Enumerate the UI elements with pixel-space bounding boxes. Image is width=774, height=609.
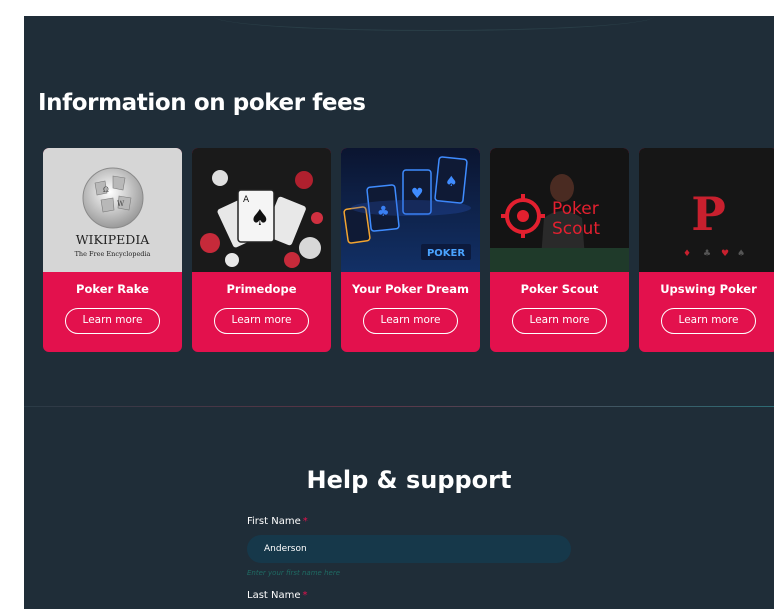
upswing-p-letter: P <box>691 187 726 241</box>
card-upswing-poker: P ♦ ♣ ♥ ♠ Upswing Poker Learn more <box>639 148 774 352</box>
svg-text:♠: ♠ <box>445 174 458 190</box>
first-name-label: First Name * <box>247 516 308 527</box>
cards-and-chips-icon: A ♠ <box>200 170 323 268</box>
fees-section-title: Information on poker fees <box>38 90 366 116</box>
section-divider <box>24 406 774 407</box>
poker-scout-word-1: Poker <box>552 199 599 219</box>
svg-text:♣: ♣ <box>703 249 711 259</box>
first-name-hint: Enter your first name here <box>247 569 340 577</box>
svg-text:A: A <box>243 195 250 205</box>
wikipedia-logo-image: Ω W WIKIPEDIA The Free Encyclopedia <box>43 148 182 272</box>
card-primedope: A ♠ Primedope Learn more <box>192 148 331 352</box>
required-mark: * <box>302 590 308 601</box>
decorative-arc <box>214 16 654 31</box>
last-name-label-text: Last Name <box>247 590 301 601</box>
poker-scout-image: Poker Scout <box>490 148 629 272</box>
first-name-field[interactable] <box>247 535 571 563</box>
card-label: Poker Scout <box>520 282 599 296</box>
svg-text:♠: ♠ <box>250 206 270 231</box>
playing-cards-image: A ♠ <box>192 148 331 272</box>
first-name-label-text: First Name <box>247 516 301 527</box>
fees-card-row: Ω W WIKIPEDIA The Free Encyclopedia Poke… <box>43 148 774 352</box>
svg-text:Ω: Ω <box>103 186 109 194</box>
wikipedia-globe-icon: Ω W WIKIPEDIA The Free Encyclopedia <box>75 167 151 258</box>
required-mark: * <box>302 516 308 527</box>
svg-text:♥: ♥ <box>411 186 424 202</box>
poker-logo-text: POKER <box>427 248 465 259</box>
upswing-logo-image: P ♦ ♣ ♥ ♠ <box>639 148 774 272</box>
svg-text:♦: ♦ <box>683 249 691 259</box>
card-poker-rake: Ω W WIKIPEDIA The Free Encyclopedia Poke… <box>43 148 182 352</box>
learn-more-button[interactable]: Learn more <box>512 308 607 334</box>
page-panel: Information on poker fees Ω W WIKIPEDIA <box>24 16 774 609</box>
last-name-label: Last Name * <box>247 590 308 601</box>
upswing-p-icon: P ♦ ♣ ♥ ♠ <box>683 187 745 259</box>
card-label: Upswing Poker <box>660 282 757 296</box>
card-label: Your Poker Dream <box>352 282 469 296</box>
card-label: Poker Rake <box>76 282 149 296</box>
neon-cards-icon: ♣ ♥ ♠ POKER <box>343 156 471 260</box>
wikipedia-wordmark: WIKIPEDIA <box>76 232 151 247</box>
poker-scout-logo-icon: Poker Scout <box>490 174 629 272</box>
learn-more-button[interactable]: Learn more <box>65 308 160 334</box>
wikipedia-tagline: The Free Encyclopedia <box>75 250 151 258</box>
svg-text:W: W <box>117 200 125 208</box>
learn-more-button[interactable]: Learn more <box>363 308 458 334</box>
card-your-poker-dream: ♣ ♥ ♠ POKER Your Poker Dream Learn more <box>341 148 480 352</box>
card-poker-scout: Poker Scout Poker Scout Learn more <box>490 148 629 352</box>
learn-more-button[interactable]: Learn more <box>661 308 756 334</box>
poker-scout-word-2: Scout <box>552 219 600 239</box>
svg-text:♠: ♠ <box>737 249 745 259</box>
neon-cards-image: ♣ ♥ ♠ POKER <box>341 148 480 272</box>
learn-more-button[interactable]: Learn more <box>214 308 309 334</box>
card-label: Primedope <box>226 282 297 296</box>
svg-text:♥: ♥ <box>721 249 729 259</box>
help-support-title: Help & support <box>306 466 512 494</box>
